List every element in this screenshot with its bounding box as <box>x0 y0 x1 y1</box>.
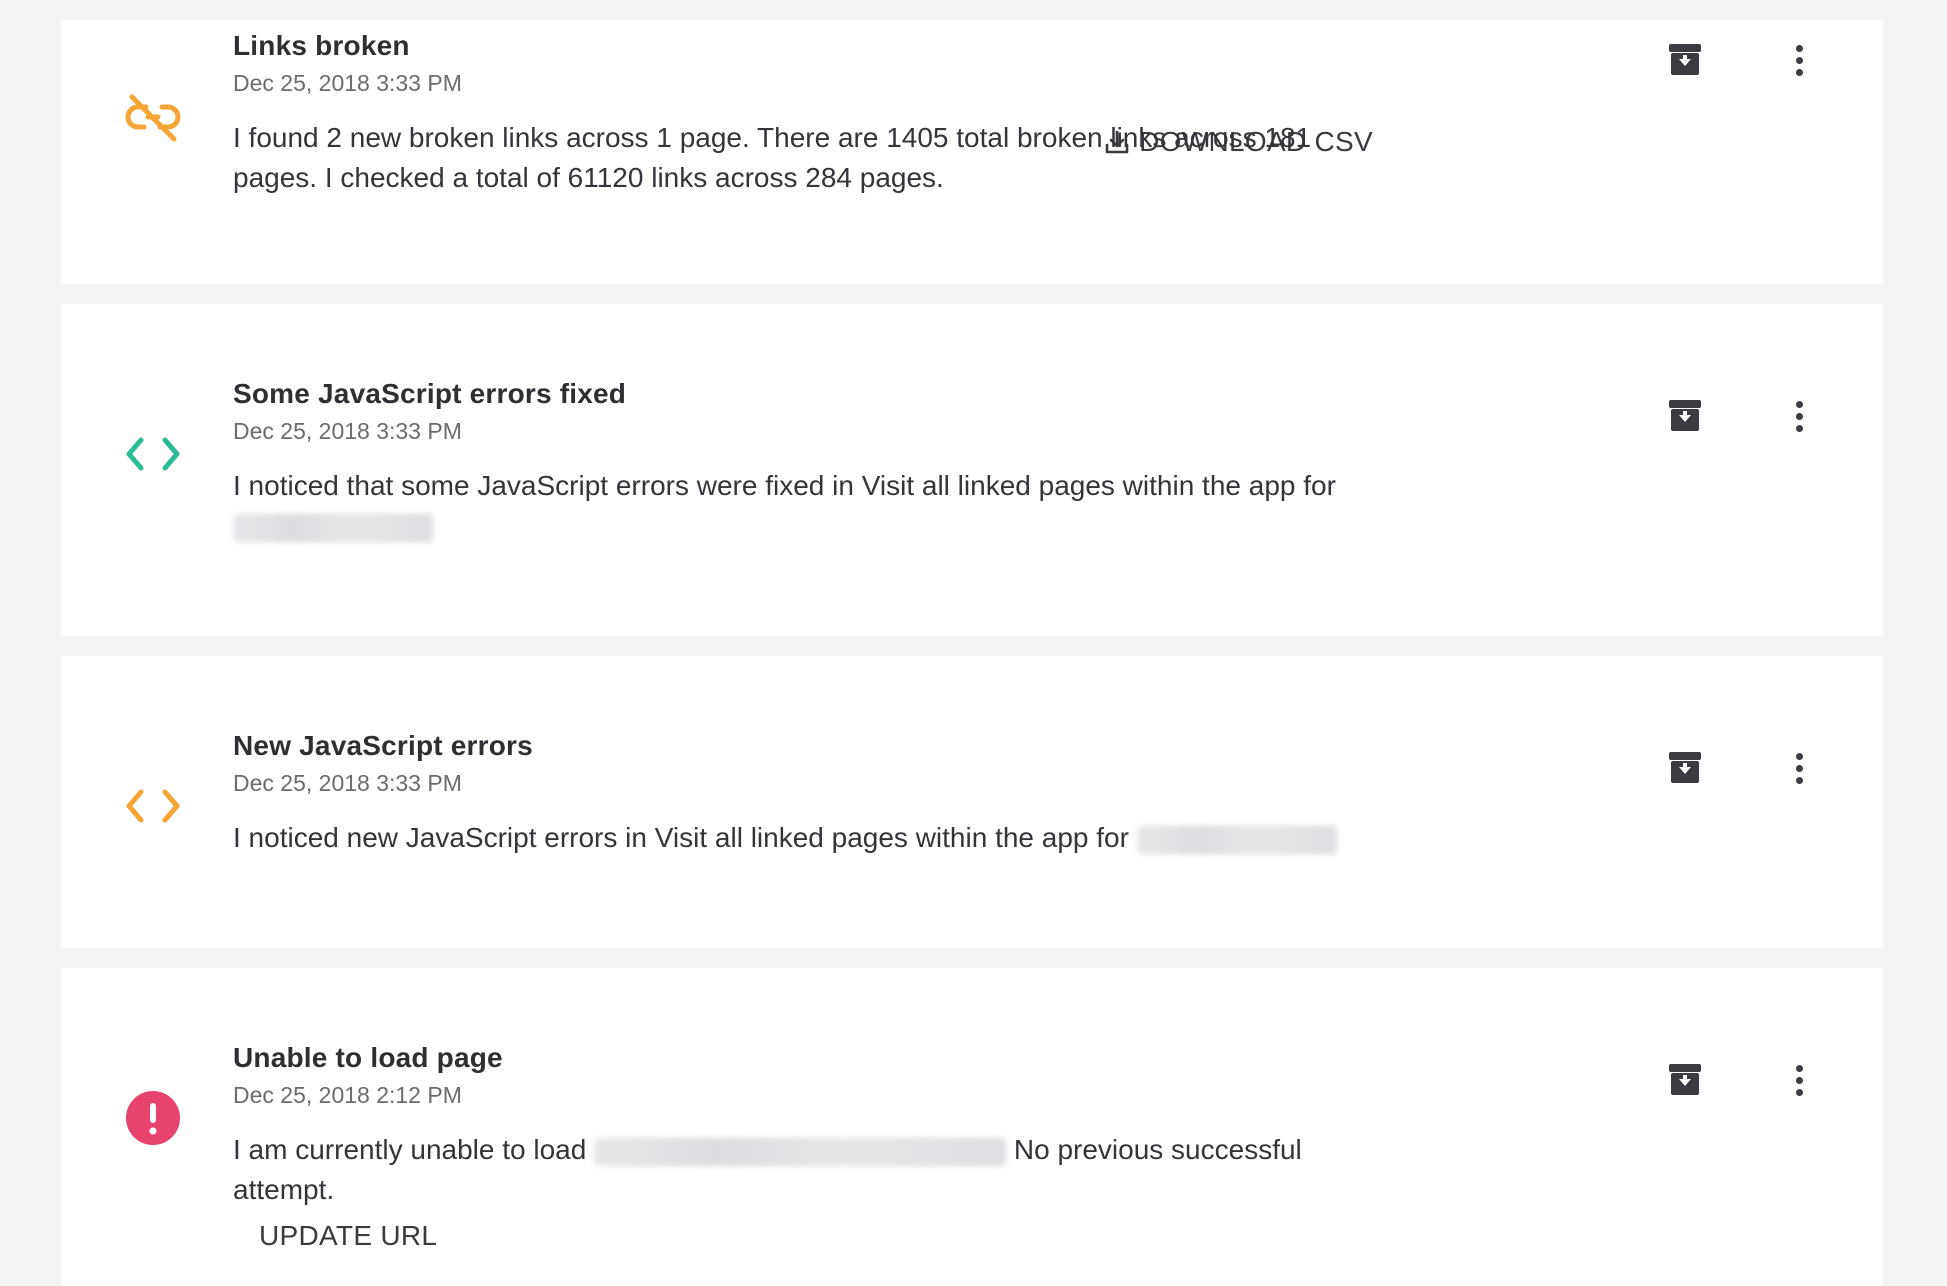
alert-icon <box>123 1088 183 1148</box>
archive-icon <box>1669 400 1701 431</box>
archive-button[interactable] <box>1665 40 1705 80</box>
notification-title: New JavaScript errors <box>233 730 533 761</box>
code-icon <box>123 776 183 836</box>
redacted-url <box>233 513 433 542</box>
archive-button[interactable] <box>1665 748 1705 788</box>
notification-message: I found 2 new broken links across 1 page… <box>233 122 1312 193</box>
notification-date: Dec 25, 2018 3:33 PM <box>233 418 462 444</box>
notification-title: Links broken <box>233 30 410 61</box>
redacted-url <box>594 1137 1007 1166</box>
more-vertical-icon <box>1795 44 1803 76</box>
more-options-button[interactable] <box>1779 396 1819 436</box>
redacted-url <box>1136 825 1337 854</box>
notification-title: Some JavaScript errors fixed <box>233 378 627 409</box>
more-options-button[interactable] <box>1779 748 1819 788</box>
notification-card-links-broken: Links broken Dec 25, 2018 3:33 PM I foun… <box>61 20 1883 284</box>
update-url-button[interactable]: UPDATE URL <box>259 1220 437 1252</box>
notification-card-new-js-errors: New JavaScript errors Dec 25, 2018 3:33 … <box>61 656 1883 948</box>
more-vertical-icon <box>1795 752 1803 784</box>
more-options-button[interactable] <box>1779 40 1819 80</box>
archive-icon <box>1669 752 1701 783</box>
more-vertical-icon <box>1795 400 1803 432</box>
notification-message: I noticed that some JavaScript errors we… <box>233 470 1336 501</box>
notification-date: Dec 25, 2018 3:33 PM <box>233 770 462 796</box>
archive-button[interactable] <box>1665 396 1705 436</box>
notification-message: I noticed new JavaScript errors in Visit… <box>233 822 1129 853</box>
archive-icon <box>1669 44 1701 75</box>
notification-message-start: I am currently unable to load <box>233 1134 587 1165</box>
code-icon <box>123 424 183 484</box>
notification-date: Dec 25, 2018 3:33 PM <box>233 70 462 96</box>
notification-card-js-errors-fixed: Some JavaScript errors fixed Dec 25, 201… <box>61 304 1883 636</box>
notification-title: Unable to load page <box>233 1042 503 1073</box>
notification-date: Dec 25, 2018 2:12 PM <box>233 1082 462 1108</box>
more-options-button[interactable] <box>1779 1060 1819 1100</box>
notification-card-unable-to-load: Unable to load page Dec 25, 2018 2:12 PM… <box>61 968 1883 1286</box>
archive-button[interactable] <box>1665 1060 1705 1100</box>
broken-link-icon <box>123 88 183 148</box>
more-vertical-icon <box>1795 1064 1803 1096</box>
archive-icon <box>1669 1064 1701 1095</box>
